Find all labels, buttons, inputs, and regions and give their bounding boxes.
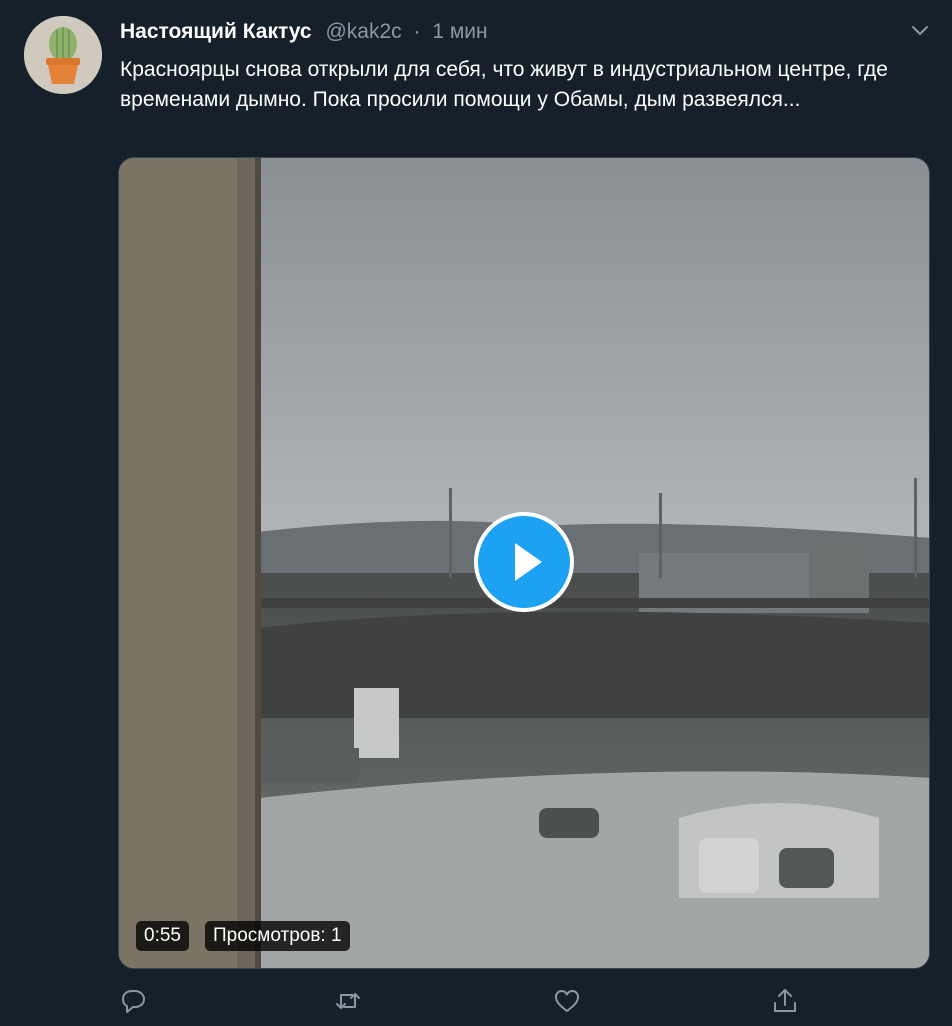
video-views-badge: Просмотров: 1 [205, 921, 350, 951]
tweet: Настоящий Кактус @kak2c · 1 мин Краснояр… [0, 0, 952, 1026]
separator-dot: · [413, 20, 421, 43]
tweet-actions [118, 986, 818, 1016]
retweet-icon[interactable] [333, 986, 363, 1016]
tweet-timestamp[interactable]: 1 мин [432, 20, 487, 43]
reply-icon[interactable] [118, 986, 148, 1016]
tweet-header: Настоящий Кактус @kak2c · 1 мин [120, 18, 488, 46]
video-player[interactable]: 0:55 Просмотров: 1 [118, 157, 930, 969]
like-icon[interactable] [552, 986, 582, 1016]
video-duration-badge: 0:55 [136, 921, 189, 951]
share-icon[interactable] [770, 986, 800, 1016]
chevron-down-icon[interactable] [908, 18, 932, 42]
play-button[interactable] [474, 512, 574, 612]
cactus-avatar-image [24, 16, 102, 94]
avatar[interactable] [24, 16, 102, 94]
author-display-name[interactable]: Настоящий Кактус [120, 20, 312, 43]
play-icon [515, 543, 542, 581]
tweet-text: Красноярцы снова открыли для себя, что ж… [120, 58, 888, 111]
author-handle[interactable]: @kak2c [325, 20, 401, 43]
